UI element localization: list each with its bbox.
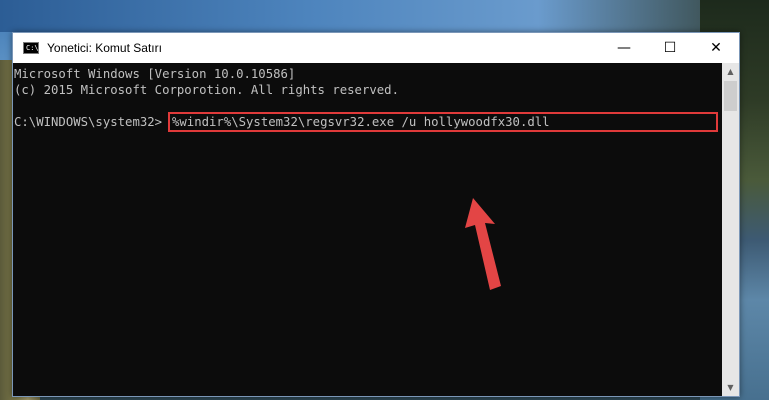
cmd-app-icon[interactable]: C:\ bbox=[23, 42, 39, 54]
console-command-text[interactable]: %windir%\System32\regsvr32.exe /u hollyw… bbox=[172, 114, 550, 130]
console-prompt: C:\WINDOWS\system32> bbox=[14, 115, 163, 129]
maximize-button[interactable]: ☐ bbox=[647, 33, 693, 63]
scroll-down-button[interactable]: ▼ bbox=[722, 379, 739, 396]
command-highlight-box[interactable]: %windir%\System32\regsvr32.exe /u hollyw… bbox=[168, 112, 718, 132]
minimize-button[interactable]: — bbox=[601, 33, 647, 63]
window-title: Yonetici: Komut Satırı bbox=[47, 41, 162, 55]
scroll-up-button[interactable]: ▲ bbox=[722, 63, 739, 80]
vertical-scrollbar[interactable]: ▲ ▼ bbox=[722, 63, 739, 396]
console-output-area[interactable]: Microsoft Windows [Version 10.0.10586] (… bbox=[13, 63, 722, 396]
close-button[interactable]: ✕ bbox=[693, 33, 739, 63]
window-titlebar[interactable]: C:\ Yonetici: Komut Satırı — ☐ ✕ bbox=[13, 33, 739, 63]
maximize-icon: ☐ bbox=[663, 40, 677, 56]
desktop-wallpaper-sky bbox=[0, 0, 769, 32]
command-prompt-window: C:\ Yonetici: Komut Satırı — ☐ ✕ Microso… bbox=[12, 32, 740, 397]
close-icon: ✕ bbox=[710, 40, 722, 56]
red-arrow-icon bbox=[465, 198, 501, 290]
minimize-icon: — bbox=[617, 40, 631, 56]
console-line-version: Microsoft Windows [Version 10.0.10586] bbox=[14, 67, 296, 81]
scroll-thumb[interactable] bbox=[724, 81, 737, 111]
console-line-copyright: (c) 2015 Microsoft Corporotion. All righ… bbox=[14, 83, 399, 97]
